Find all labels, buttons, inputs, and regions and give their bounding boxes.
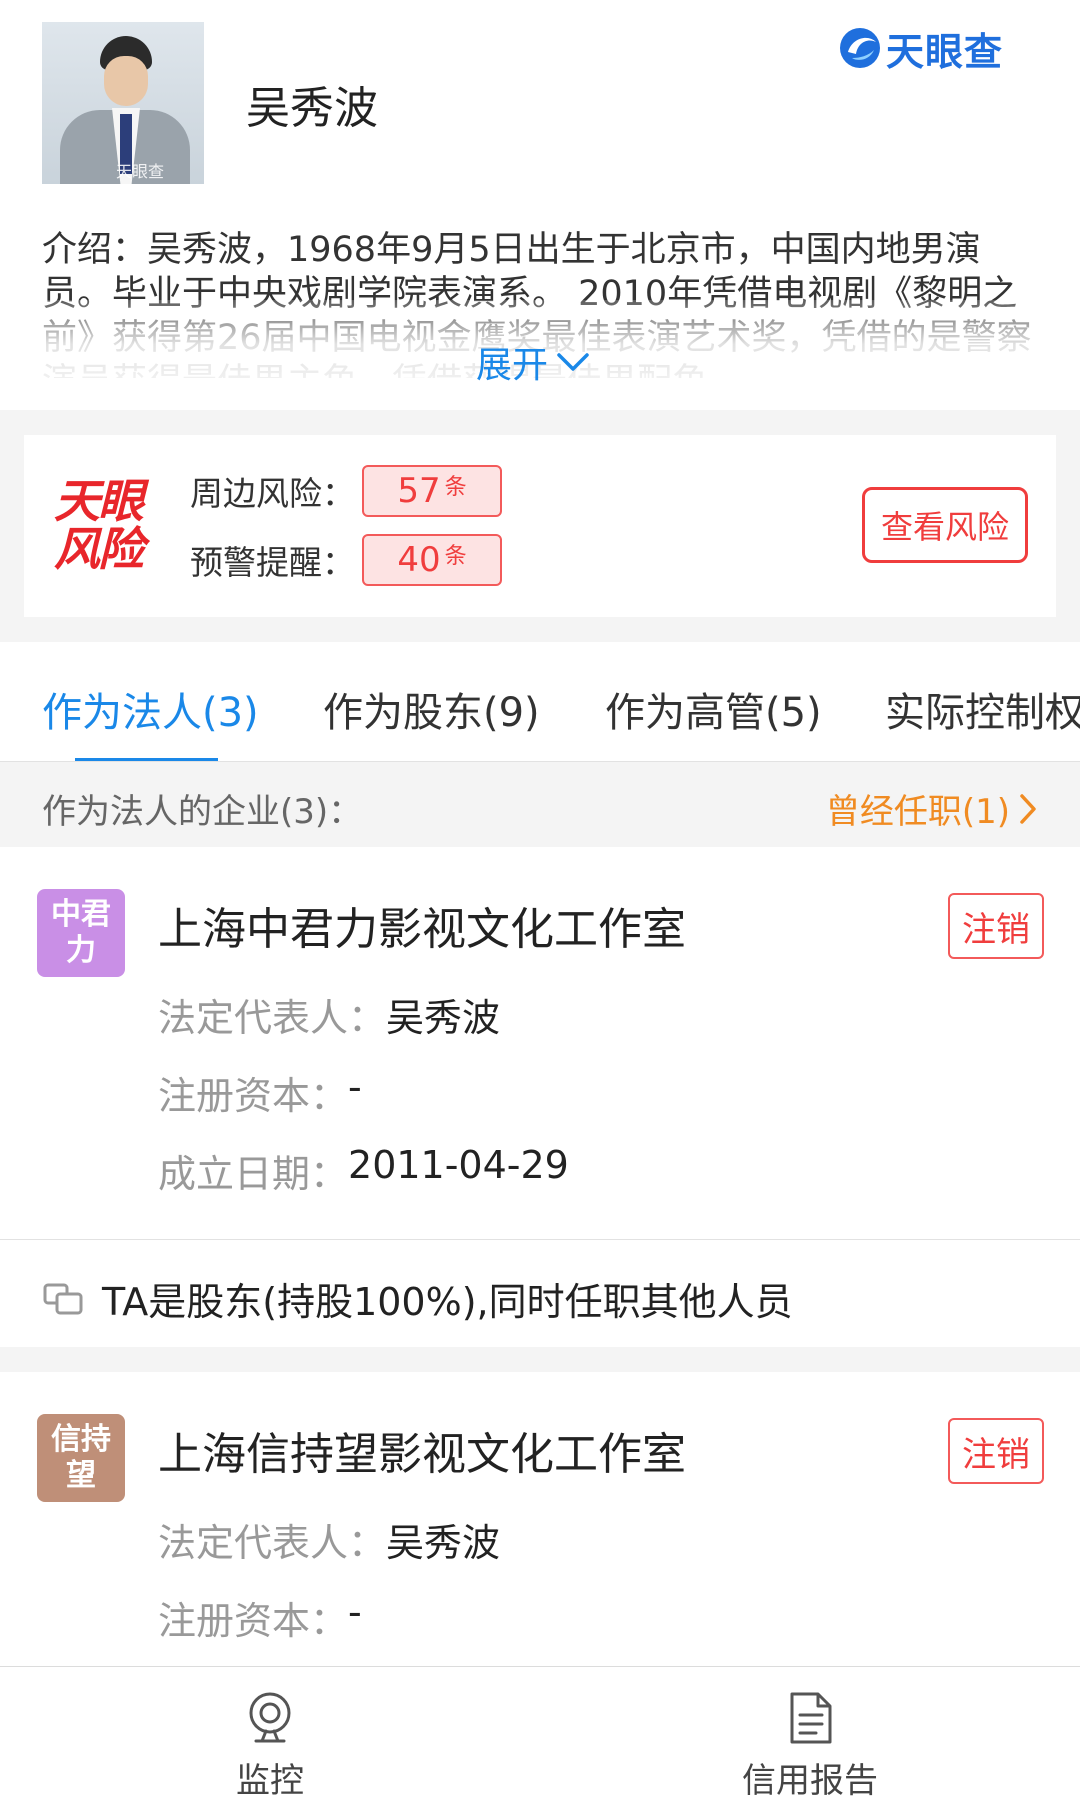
logo-mark-icon <box>838 26 882 70</box>
risk-unit: 条 <box>444 544 467 569</box>
former-positions-label: 曾经任职(1) <box>825 792 1010 832</box>
field-value: - <box>348 1065 362 1109</box>
field-value: 2011-04-29 <box>348 1143 569 1187</box>
field-key: 注册资本： <box>158 1599 349 1643</box>
field-key: 法定代表人： <box>158 996 387 1040</box>
company-logo-text: 中君力 <box>51 897 111 968</box>
section-subheader: 作为法人的企业(3)： 曾经任职(1) <box>0 762 1080 847</box>
company-logo: 中君力 <box>37 889 125 977</box>
status-badge: 注销 <box>948 1418 1044 1484</box>
logo-text: 天眼查 <box>886 29 1004 74</box>
section-title: 作为法人的企业(3)： <box>42 792 363 832</box>
tab-actual-controller[interactable]: 实际控制权 <box>885 680 1080 738</box>
former-positions-link[interactable]: 曾经任职(1) <box>826 784 1038 833</box>
company-name[interactable]: 上海中君力影视文化工作室 <box>158 893 686 957</box>
field-legal-rep: 法定代表人： 吴秀波 <box>158 1512 500 1567</box>
person-header: 天眼查 吴秀波 天眼查 介绍：吴秀波，1968年9月5日出生于北京市，中国内地男… <box>0 0 1080 410</box>
tianyancha-logo: 天眼查 <box>838 24 1003 74</box>
field-value[interactable]: 吴秀波 <box>386 987 500 1042</box>
risk-unit: 条 <box>444 475 467 500</box>
risk-count: 57 <box>397 471 441 511</box>
chevron-down-icon <box>557 353 589 371</box>
risk-logo-line1: 天眼 <box>54 474 144 528</box>
field-value[interactable]: 吴秀波 <box>386 1512 500 1567</box>
risk-count-badge[interactable]: 57 条 <box>362 465 502 517</box>
company-card[interactable]: 信持望 上海信持望影视文化工作室 注销 法定代表人： 吴秀波 注册资本： - <box>0 1372 1080 1667</box>
person-name: 吴秀波 <box>246 83 378 134</box>
field-legal-rep: 法定代表人： 吴秀波 <box>158 987 500 1042</box>
risk-logo-line2: 风险 <box>54 522 144 576</box>
nav-label: 监控 <box>236 1761 304 1801</box>
person-avatar[interactable]: 天眼查 <box>42 22 204 184</box>
company-logo: 信持望 <box>37 1414 125 1502</box>
tab-shareholder[interactable]: 作为股东(9) <box>323 680 540 738</box>
risk-logo: 天眼 风险 <box>54 477 158 577</box>
field-registered-capital: 注册资本： - <box>158 1590 362 1645</box>
status-badge: 注销 <box>948 893 1044 959</box>
view-risk-button[interactable]: 查看风险 <box>862 487 1028 563</box>
field-established-date: 成立日期： 2011-04-29 <box>158 1143 569 1198</box>
bottom-nav: 监控 信用报告 <box>0 1666 1080 1810</box>
risk-label: 周边风险： <box>190 474 355 513</box>
nav-monitor[interactable]: 监控 <box>150 1667 390 1810</box>
risk-count-badge[interactable]: 40 条 <box>362 534 502 586</box>
company-card[interactable]: 中君力 上海中君力影视文化工作室 注销 法定代表人： 吴秀波 注册资本： - 成… <box>0 847 1080 1347</box>
field-key: 法定代表人： <box>158 1521 387 1565</box>
shareholder-note-text: TA是股东(持股100%),同时任职其他人员 <box>102 1280 793 1324</box>
risk-card: 天眼 风险 周边风险： 57 条 预警提醒： 40 条 查看风险 <box>24 435 1056 617</box>
shareholder-note[interactable]: TA是股东(持股100%),同时任职其他人员 <box>42 1271 793 1326</box>
company-logo-text: 信持望 <box>51 1422 111 1493</box>
camera-icon <box>249 1692 291 1743</box>
field-registered-capital: 注册资本： - <box>158 1065 362 1120</box>
document-icon <box>790 1692 832 1744</box>
field-key: 成立日期： <box>158 1152 349 1196</box>
expand-label: 展开 <box>476 345 549 386</box>
risk-row-surrounding: 周边风险： 57 条 <box>190 465 502 517</box>
field-key: 注册资本： <box>158 1074 349 1118</box>
chevron-right-icon <box>1020 793 1036 824</box>
divider <box>0 1239 1080 1240</box>
nav-credit-report[interactable]: 信用报告 <box>690 1667 930 1810</box>
risk-label: 预警提醒： <box>190 543 355 582</box>
field-value: - <box>348 1590 362 1634</box>
nav-label: 信用报告 <box>742 1761 878 1801</box>
overlap-squares-icon <box>43 1283 83 1314</box>
risk-row-warning: 预警提醒： 40 条 <box>190 534 502 586</box>
company-name[interactable]: 上海信持望影视文化工作室 <box>158 1418 686 1482</box>
tab-legal-person[interactable]: 作为法人(3) <box>42 680 259 738</box>
tab-executive[interactable]: 作为高管(5) <box>605 680 822 738</box>
risk-count: 40 <box>397 540 441 580</box>
expand-button[interactable]: 展开 <box>476 336 590 388</box>
avatar-watermark: 天眼查 <box>116 162 165 181</box>
role-tabs: 作为法人(3) 作为股东(9) 作为高管(5) 实际控制权 <box>0 642 1080 762</box>
